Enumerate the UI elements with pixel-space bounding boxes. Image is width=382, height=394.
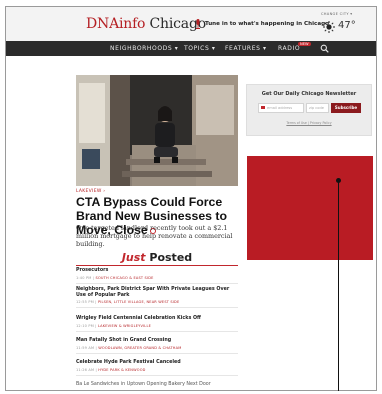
just-posted-heading: Just Posted xyxy=(121,251,193,264)
section-divider xyxy=(76,265,238,266)
list-item[interactable]: Wrigley Field Centennial Celebration Kic… xyxy=(76,316,238,332)
search-icon[interactable] xyxy=(320,44,329,53)
list-item[interactable]: Celebrate Hyde Park Festival Canceled 11… xyxy=(76,360,238,376)
subscribe-button[interactable]: Subscribe xyxy=(331,103,361,113)
story-title[interactable]: Wrigley Field Centennial Celebration Kic… xyxy=(76,316,238,322)
newsletter-links[interactable]: Terms of Use | Privacy Policy xyxy=(247,121,371,125)
lead-story-photo[interactable] xyxy=(76,75,238,186)
envelope-icon xyxy=(261,106,265,109)
story-meta: 11:26 AM | HYDE PARK & KENWOOD xyxy=(76,367,146,372)
story-meta: 1:40 PM | SOUTH CHICAGO & EAST SIDE xyxy=(76,275,154,280)
new-badge: NEW xyxy=(298,42,311,46)
temperature: 47° xyxy=(338,20,356,31)
lead-summary: One targeted landlord recently took out … xyxy=(76,224,233,248)
email-field[interactable]: email address xyxy=(258,103,304,113)
list-item[interactable]: Man Fatally Shot in Grand Crossing 11:59… xyxy=(76,338,238,354)
story-meta: 12:55 PM | PILSEN, LITTLE VILLAGE, NEAR … xyxy=(76,300,180,305)
story-meta: 12:10 PM | LAKEVIEW & WRIGLEYVILLE xyxy=(76,323,152,328)
nav-features[interactable]: FEATURES ▾ xyxy=(225,45,267,52)
sun-icon xyxy=(323,21,335,33)
newsletter-signup: Get Our Daily Chicago Newsletter email a… xyxy=(246,84,372,136)
list-item[interactable]: Prosecutors 1:40 PM | SOUTH CHICAGO & EA… xyxy=(76,268,238,284)
microphone-icon xyxy=(196,19,200,29)
site-logo[interactable]: DNAinfo Chicago xyxy=(86,16,206,32)
story-title[interactable]: Prosecutors xyxy=(76,268,238,274)
browser-frame: DNAinfo Chicago Tune in to what's happen… xyxy=(5,6,377,391)
nav-neighborhoods[interactable]: NEIGHBORHOODS ▾ xyxy=(110,45,178,52)
story-title[interactable]: Ba Le Sandwiches in Uptown Opening Baker… xyxy=(76,382,238,388)
main-nav: NEIGHBORHOODS ▾ TOPICS ▾ FEATURES ▾ RADI… xyxy=(6,41,376,56)
list-item[interactable]: Neighbors, Park District Spar With Priva… xyxy=(76,287,238,309)
story-meta: 11:59 AM | WOODLAWN, GREATER GRAND & CHA… xyxy=(76,345,182,350)
ad-block[interactable] xyxy=(247,156,373,260)
brand-bar: DNAinfo Chicago Tune in to what's happen… xyxy=(6,7,376,42)
change-city-link[interactable]: CHANGE CITY ▾ xyxy=(321,12,352,16)
story-title[interactable]: Neighbors, Park District Spar With Priva… xyxy=(76,287,238,298)
nav-radio[interactable]: RADIO xyxy=(278,45,300,52)
story-title[interactable]: Celebrate Hyde Park Festival Canceled xyxy=(76,360,238,366)
nav-topics[interactable]: TOPICS ▾ xyxy=(184,45,216,52)
tune-in-link[interactable]: Tune in to what's happening in Chicago xyxy=(205,21,329,27)
story-breadcrumb[interactable]: LAKEVIEW › xyxy=(76,189,105,194)
zip-field[interactable]: zip code xyxy=(306,103,329,113)
pin-line xyxy=(338,181,339,391)
story-title[interactable]: Man Fatally Shot in Grand Crossing xyxy=(76,338,238,344)
list-item[interactable]: Ba Le Sandwiches in Uptown Opening Baker… xyxy=(76,382,238,388)
newsletter-title: Get Our Daily Chicago Newsletter xyxy=(261,91,357,97)
